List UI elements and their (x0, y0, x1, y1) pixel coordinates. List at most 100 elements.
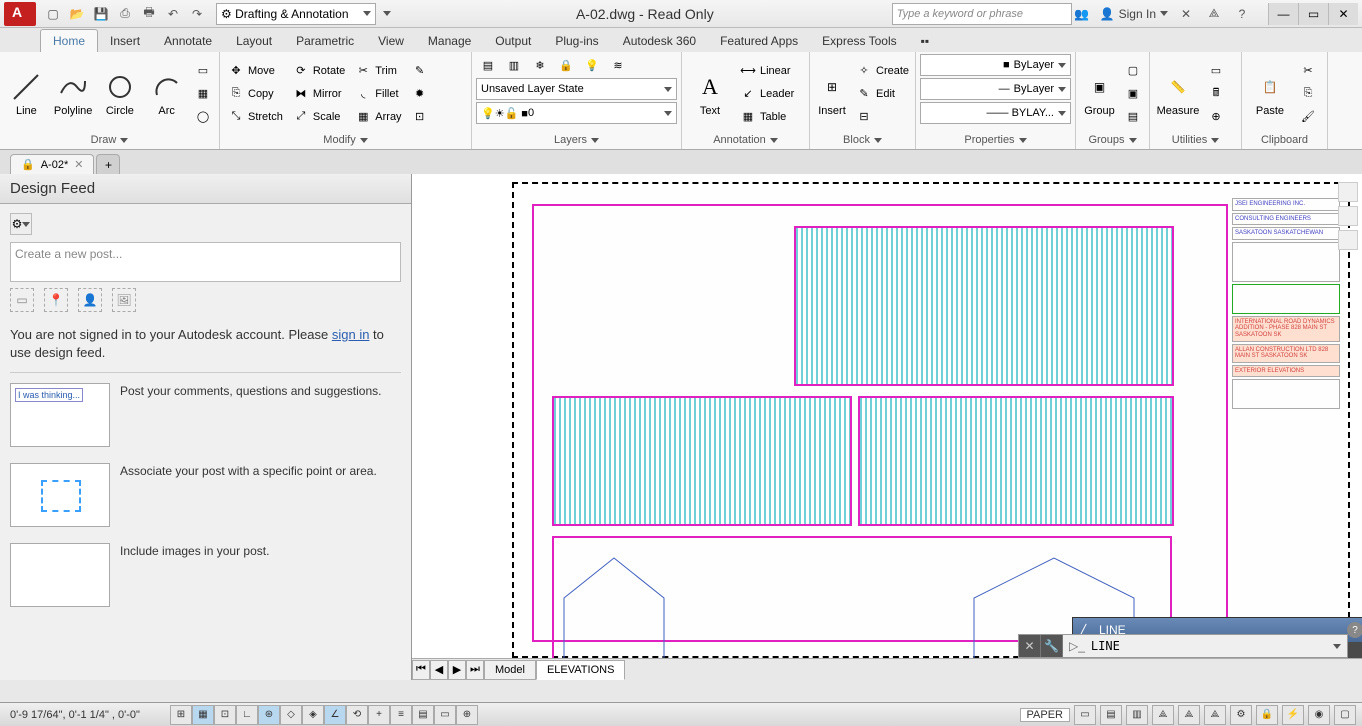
maximize-vp-button[interactable]: ▭ (1074, 705, 1096, 725)
sc-toggle[interactable]: ⊕ (456, 705, 478, 725)
quick-view-button[interactable]: ▤ (1100, 705, 1122, 725)
osnap-toggle[interactable]: ◇ (280, 705, 302, 725)
rotate-button[interactable]: ⟳Rotate (289, 60, 349, 82)
paste-button[interactable]: 📋Paste (1246, 69, 1294, 119)
stretch-button[interactable]: ⤡Stretch (224, 106, 287, 128)
arc-button[interactable]: Arc (144, 69, 189, 119)
workspace-combo[interactable]: ⚙ Drafting & Annotation (216, 3, 376, 25)
line-button[interactable]: Line (4, 69, 49, 119)
dyn-toggle[interactable]: + (368, 705, 390, 725)
edit-block-button[interactable]: ✎Edit (852, 83, 913, 105)
layout-prev-icon[interactable]: ◀ (430, 660, 448, 680)
tpy-toggle[interactable]: ▤ (412, 705, 434, 725)
qat-plot-icon[interactable]: 🖶 (138, 3, 160, 25)
array-button[interactable]: ▦Array (351, 106, 405, 128)
anno-autoscale-button[interactable]: ⟁ (1204, 705, 1226, 725)
snap-toggle[interactable]: ▦ (192, 705, 214, 725)
layer-current-combo[interactable]: 💡☀🔓 ■ 0 (476, 102, 677, 124)
qat-open-icon[interactable]: 📂 (66, 3, 88, 25)
create-block-button[interactable]: ✧Create (852, 60, 913, 82)
qat-saveas-icon[interactable]: ⎙ (114, 3, 136, 25)
hardware-accel-button[interactable]: ⚡ (1282, 705, 1304, 725)
close-button[interactable]: ✕ (1328, 3, 1358, 25)
tab-featured-apps[interactable]: Featured Apps (708, 30, 810, 52)
qat-new-icon[interactable]: ▢ (42, 3, 64, 25)
tab-manage[interactable]: Manage (416, 30, 483, 52)
qp-toggle[interactable]: ▭ (434, 705, 456, 725)
ortho-toggle[interactable]: ∟ (236, 705, 258, 725)
area-select-icon[interactable]: ▭ (10, 288, 34, 312)
cmdline-close-icon[interactable]: ✕ (1019, 635, 1041, 657)
command-line[interactable]: ✕ 🔧 ▷_ (1018, 634, 1348, 658)
text-button[interactable]: AText (686, 69, 734, 119)
ellipse-button[interactable]: ◯ (191, 106, 215, 128)
dim-linear-button[interactable]: ⟷Linear (736, 60, 798, 82)
new-tab-button[interactable]: + (96, 154, 120, 174)
layer-off-button[interactable]: 💡 (580, 54, 604, 76)
layer-state-combo[interactable]: Unsaved Layer State (476, 78, 677, 100)
id-point-button[interactable]: ⊕ (1204, 106, 1228, 128)
view-maximize-icon[interactable] (1338, 206, 1358, 226)
view-close-icon[interactable] (1338, 230, 1358, 250)
group-select-button[interactable]: ▤ (1121, 106, 1145, 128)
quick-calc-button[interactable]: 🖩 (1204, 83, 1228, 105)
search-icon[interactable]: 👥 (1072, 4, 1092, 24)
layer-iso-button[interactable]: ▥ (502, 54, 526, 76)
help-search-input[interactable]: Type a keyword or phrase (892, 3, 1072, 25)
qat-undo-icon[interactable]: ↶ (162, 3, 184, 25)
create-post-input[interactable]: Create a new post... (10, 242, 401, 282)
quick-view-dwg-button[interactable]: ▥ (1126, 705, 1148, 725)
tab-annotate[interactable]: Annotate (152, 30, 224, 52)
copy-clip-button[interactable]: ⎘ (1296, 83, 1320, 105)
group-edit-button[interactable]: ▣ (1121, 83, 1145, 105)
layout-first-icon[interactable]: ⏮ (412, 660, 430, 680)
group-button[interactable]: ▣Group (1080, 69, 1119, 119)
viewport-left-elevation[interactable] (552, 396, 852, 526)
ac-help-icon[interactable]: ? (1347, 622, 1362, 638)
cmdline-history-icon[interactable] (1333, 644, 1341, 649)
ungroup-button[interactable]: ▢ (1121, 60, 1145, 82)
signin-link[interactable]: sign in (332, 327, 370, 342)
help-icon[interactable]: ? (1232, 4, 1252, 24)
polar-toggle[interactable]: ⊛ (258, 705, 280, 725)
otrack-toggle[interactable]: ∠ (324, 705, 346, 725)
command-input[interactable] (1091, 639, 1327, 653)
layout-next-icon[interactable]: ▶ (448, 660, 466, 680)
tab-view[interactable]: View (366, 30, 416, 52)
measure-button[interactable]: 📏Measure (1154, 69, 1202, 119)
tag-user-icon[interactable]: 👤 (78, 288, 102, 312)
clean-screen-button[interactable]: ▢ (1334, 705, 1356, 725)
tab-overflow-icon[interactable]: ▪▪ (909, 30, 942, 52)
qat-redo-icon[interactable]: ↷ (186, 3, 208, 25)
explode-button[interactable]: ✹ (408, 83, 432, 105)
leader-button[interactable]: ↙Leader (736, 83, 798, 105)
viewport-right-elevation[interactable] (858, 396, 1174, 526)
cmdline-config-icon[interactable]: 🔧 (1041, 635, 1063, 657)
drawing-canvas[interactable]: JSEI ENGINEERING INC. CONSULTING ENGINEE… (412, 174, 1362, 680)
mirror-button[interactable]: ⧓Mirror (289, 83, 349, 105)
select-all-button[interactable]: ▭ (1204, 60, 1228, 82)
layer-freeze-button[interactable]: ❄ (528, 54, 552, 76)
layer-props-button[interactable]: ▤ (476, 54, 500, 76)
exchange-icon[interactable]: ✕ (1176, 4, 1196, 24)
model-tab[interactable]: Model (484, 660, 536, 680)
polyline-button[interactable]: Polyline (51, 69, 96, 119)
tab-layout[interactable]: Layout (224, 30, 284, 52)
move-button[interactable]: ✥Move (224, 60, 287, 82)
view-minimize-icon[interactable] (1338, 182, 1358, 202)
app-logo[interactable] (4, 2, 36, 26)
hatch-button[interactable]: ▦ (191, 83, 215, 105)
workspace-switch-button[interactable]: ⚙ (1230, 705, 1252, 725)
erase-button[interactable]: ✎ (408, 60, 432, 82)
lwt-toggle[interactable]: ≡ (390, 705, 412, 725)
infer-constraints-toggle[interactable]: ⊞ (170, 705, 192, 725)
ducs-toggle[interactable]: ⟲ (346, 705, 368, 725)
layer-lock-button[interactable]: 🔒 (554, 54, 578, 76)
scale-button[interactable]: ⤢Scale (289, 106, 349, 128)
match-props-button[interactable]: 🖌 (1296, 106, 1320, 128)
close-tab-icon[interactable]: ✕ (74, 158, 83, 171)
insert-block-button[interactable]: ⊞Insert (814, 69, 850, 119)
signin-button[interactable]: 👤 Sign In (1100, 7, 1168, 21)
viewport-front-elevation[interactable] (794, 226, 1174, 386)
pin-icon[interactable]: 📍 (44, 288, 68, 312)
